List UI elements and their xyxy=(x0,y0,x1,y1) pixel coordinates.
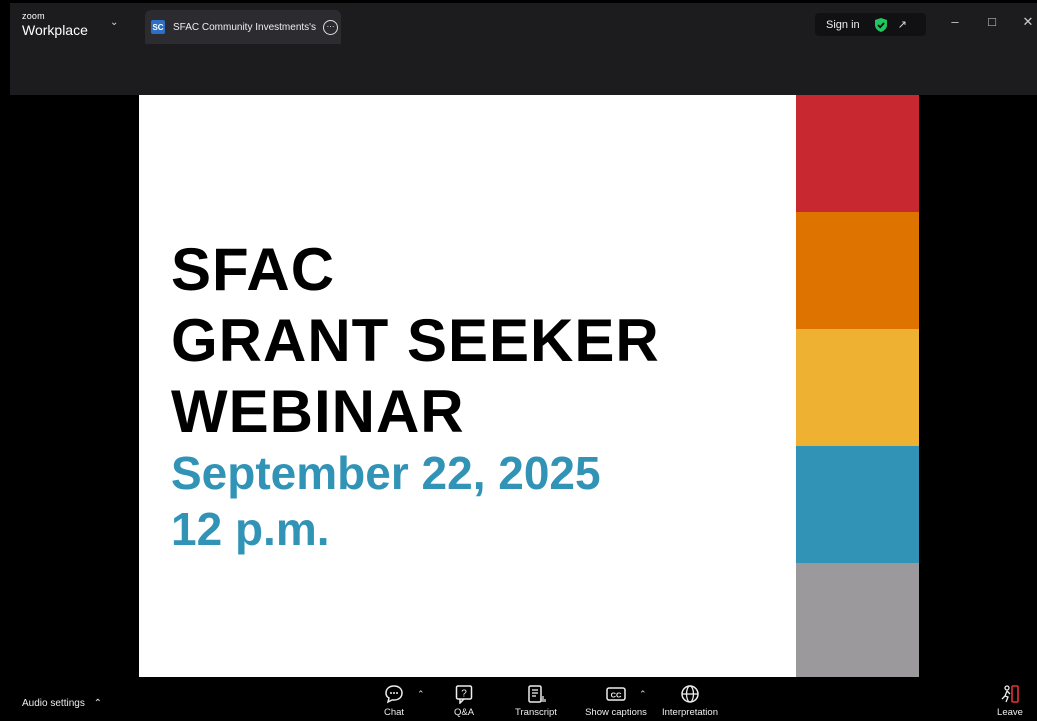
slide-date: September 22, 2025 12 p.m. xyxy=(171,445,601,557)
show-captions-label: Show captions xyxy=(585,707,647,718)
qa-icon: ? xyxy=(455,685,473,704)
minimize-button[interactable]: – xyxy=(945,14,965,29)
avatar: SC xyxy=(151,20,165,34)
qa-label: Q&A xyxy=(453,707,475,718)
chevron-down-icon[interactable]: ⌄ xyxy=(110,17,118,28)
svg-text:?: ? xyxy=(461,689,467,700)
brand-small: zoom xyxy=(22,11,45,21)
zoom-logo: zoom Workplace xyxy=(22,11,88,38)
qa-button[interactable]: ? Q&A xyxy=(449,683,479,718)
expand-icon[interactable]: ↗ xyxy=(898,18,907,31)
leave-button[interactable]: Leave xyxy=(993,683,1027,718)
leave-label: Leave xyxy=(997,707,1023,718)
audio-settings-label: Audio settings xyxy=(22,698,85,709)
color-band xyxy=(796,95,919,212)
slide-title: SFAC GRANT SEEKER WEBINAR xyxy=(171,234,660,447)
sign-in-group: Sign in ↗ xyxy=(815,13,926,36)
chevron-up-icon: ⌃ xyxy=(93,698,102,709)
slide-title-line: WEBINAR xyxy=(171,378,465,445)
slide-time-line: 12 p.m. xyxy=(171,503,330,555)
color-band xyxy=(796,563,919,677)
chat-label: Chat xyxy=(383,707,405,718)
color-band xyxy=(796,446,919,563)
captions-icon: CC xyxy=(606,687,626,701)
leave-icon xyxy=(1001,685,1019,703)
title-bar: zoom Workplace ⌄ SC SFAC Community Inves… xyxy=(10,3,1037,44)
transcript-icon xyxy=(528,685,546,703)
interpretation-label: Interpretation xyxy=(662,707,718,718)
maximize-button[interactable]: □ xyxy=(982,14,1002,29)
chevron-up-icon[interactable]: ⌃ xyxy=(417,689,425,700)
color-band xyxy=(796,212,919,329)
transcript-button[interactable]: Transcript xyxy=(511,683,561,718)
shared-slide: SFAC GRANT SEEKER WEBINAR September 22, … xyxy=(139,95,796,677)
sign-in-button[interactable]: Sign in xyxy=(826,19,860,31)
color-bands xyxy=(796,95,919,677)
slide-title-line: SFAC xyxy=(171,236,336,303)
audio-settings-button[interactable]: Audio settings ⌃ xyxy=(22,698,102,709)
meeting-toolbar: Audio settings ⌃ Chat ⌃ ? Q&A Transcript… xyxy=(0,677,1037,721)
close-button[interactable]: ✕ xyxy=(1018,14,1037,30)
chat-icon xyxy=(385,685,403,704)
interpretation-button[interactable]: Interpretation xyxy=(657,683,723,718)
chat-button[interactable]: Chat xyxy=(379,683,409,718)
meeting-header xyxy=(10,44,1037,95)
tab-title: SFAC Community Investments's s xyxy=(173,21,319,33)
chevron-up-icon[interactable]: ⌃ xyxy=(639,689,647,700)
transcript-label: Transcript xyxy=(515,707,557,718)
brand-name: Workplace xyxy=(22,22,88,38)
globe-icon xyxy=(681,685,699,703)
color-band xyxy=(796,329,919,446)
svg-text:CC: CC xyxy=(611,691,622,700)
shield-check-icon[interactable] xyxy=(873,17,889,33)
slide-title-line: GRANT SEEKER xyxy=(171,307,660,374)
more-options-icon[interactable]: ⋯ xyxy=(323,19,338,35)
tab-meeting[interactable]: SC SFAC Community Investments's s ⋯ xyxy=(145,10,341,44)
slide-date-line: September 22, 2025 xyxy=(171,447,601,499)
